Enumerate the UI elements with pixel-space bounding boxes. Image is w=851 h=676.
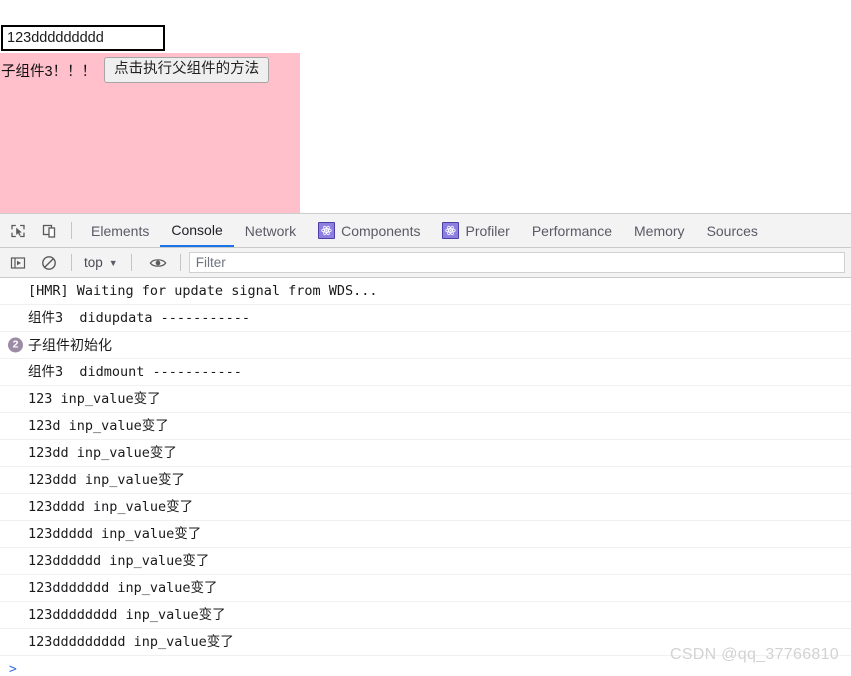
console-message[interactable]: 组件3 didmount ----------- (0, 359, 851, 386)
console-message[interactable]: 123dd inp_value变了 (0, 440, 851, 467)
console-sidebar-icon[interactable] (5, 250, 31, 276)
console-message-text: 123d inp_value变了 (28, 413, 169, 439)
tab-console[interactable]: Console (160, 214, 233, 247)
devtools-panel: Elements Console Network Components (0, 213, 851, 674)
javascript-context-selector[interactable]: top ▼ (80, 253, 122, 272)
child-component-panel: 子组件3！！！ 点击执行父组件的方法 (0, 53, 300, 213)
tab-label: Performance (532, 223, 612, 239)
page-viewport: 子组件3！！！ 点击执行父组件的方法 (0, 0, 851, 213)
tab-components[interactable]: Components (307, 214, 431, 247)
console-message[interactable]: 123 inp_value变了 (0, 386, 851, 413)
tab-label: Sources (707, 223, 758, 239)
devtools-tabstrip: Elements Console Network Components (0, 214, 851, 248)
console-message[interactable]: 123dddddddd inp_value变了 (0, 602, 851, 629)
console-message[interactable]: 123ddddd inp_value变了 (0, 521, 851, 548)
tab-label: Console (171, 222, 222, 238)
console-message-text: 123dd inp_value变了 (28, 440, 177, 466)
toolbar-divider (131, 254, 132, 271)
console-message[interactable]: 123ddddddd inp_value变了 (0, 575, 851, 602)
text-input[interactable] (1, 25, 165, 51)
console-message-text: 组件3 didupdata ----------- (28, 305, 250, 331)
console-message[interactable]: [HMR] Waiting for update signal from WDS… (0, 278, 851, 305)
console-message-text: 组件3 didmount ----------- (28, 359, 242, 385)
tab-label: Elements (91, 223, 149, 239)
tab-network[interactable]: Network (234, 214, 307, 247)
watermark: CSDN @qq_37766810 (670, 646, 839, 664)
child-component-header: 子组件3！！！ 点击执行父组件的方法 (0, 53, 269, 87)
chevron-down-icon: ▼ (109, 258, 118, 268)
console-message-text: 123ddddddd inp_value变了 (28, 575, 218, 601)
repeat-count-badge: 2 (8, 338, 23, 353)
tab-memory[interactable]: Memory (623, 214, 696, 247)
console-message-text: 123ddddddddd inp_value变了 (28, 629, 234, 655)
tab-label: Memory (634, 223, 685, 239)
tab-performance[interactable]: Performance (521, 214, 623, 247)
eye-icon[interactable] (145, 250, 171, 276)
console-message-text: 123dddd inp_value变了 (28, 494, 193, 520)
react-logo-icon (442, 222, 459, 239)
console-message-list[interactable]: [HMR] Waiting for update signal from WDS… (0, 278, 851, 676)
console-message-text: 123 inp_value变了 (28, 386, 161, 412)
console-message-text: 123dddddd inp_value变了 (28, 548, 209, 574)
console-message-text: [HMR] Waiting for update signal from WDS… (28, 278, 378, 304)
console-message[interactable]: 2 子组件初始化 (0, 332, 851, 359)
react-logo-icon (318, 222, 335, 239)
toolbar-divider (71, 254, 72, 271)
tab-sources[interactable]: Sources (696, 214, 769, 247)
console-toolbar: top ▼ (0, 248, 851, 278)
tab-label: Network (245, 223, 296, 239)
console-message[interactable]: 123ddd inp_value变了 (0, 467, 851, 494)
console-filter-input[interactable] (189, 252, 845, 273)
tab-elements[interactable]: Elements (80, 214, 160, 247)
toolbar-divider (180, 254, 181, 271)
console-message[interactable]: 123dddd inp_value变了 (0, 494, 851, 521)
console-message[interactable]: 123d inp_value变了 (0, 413, 851, 440)
console-message-text: 123dddddddd inp_value变了 (28, 602, 226, 628)
console-message[interactable]: 组件3 didupdata ----------- (0, 305, 851, 332)
tab-profiler[interactable]: Profiler (431, 214, 520, 247)
child-component-label: 子组件3！！！ (0, 60, 96, 81)
toolbar-divider (71, 222, 72, 239)
clear-console-icon[interactable] (36, 250, 62, 276)
device-toolbar-icon[interactable] (36, 218, 62, 244)
console-message-text: 子组件初始化 (28, 332, 112, 358)
inspect-element-icon[interactable] (5, 218, 31, 244)
console-message[interactable]: 123dddddd inp_value变了 (0, 548, 851, 575)
console-message-text: 123ddddd inp_value变了 (28, 521, 201, 547)
tab-label: Components (341, 223, 420, 239)
tab-label: Profiler (465, 223, 509, 239)
context-label: top (84, 255, 103, 270)
run-parent-method-button[interactable]: 点击执行父组件的方法 (104, 57, 269, 84)
console-message-text: 123ddd inp_value变了 (28, 467, 185, 493)
